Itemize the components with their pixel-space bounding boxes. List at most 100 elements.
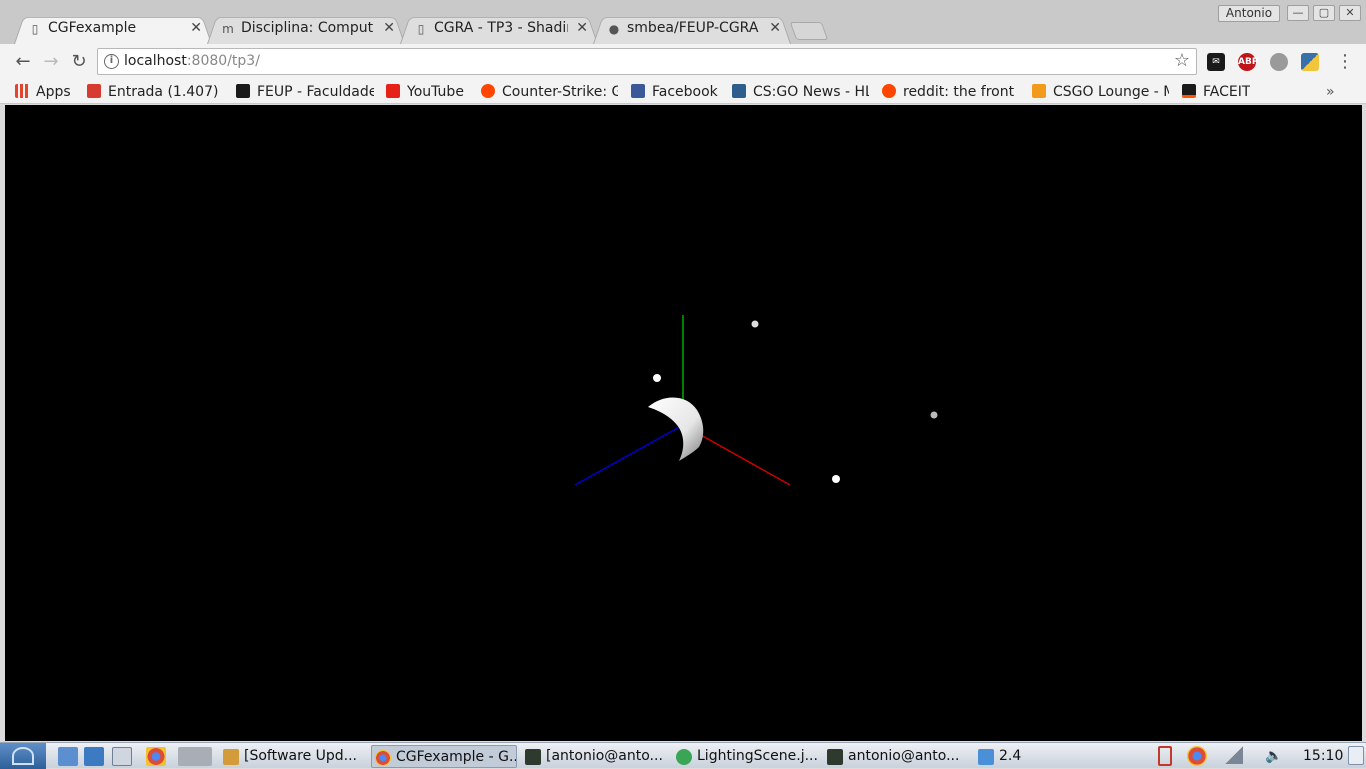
- bookmark-label: CS:GO News - HL: [753, 84, 869, 100]
- terminal-icon: [525, 749, 541, 765]
- reload-button[interactable]: ↻: [68, 51, 90, 73]
- start-logo-icon: [12, 747, 34, 765]
- maximize-button[interactable]: ▢: [1313, 5, 1335, 21]
- volume-icon[interactable]: 🔈: [1265, 746, 1282, 766]
- chrome-menu-icon[interactable]: ⋮: [1336, 52, 1354, 72]
- taskbar-item-terminal-1[interactable]: [antonio@anto...: [522, 745, 668, 768]
- bookmark-feup[interactable]: FEUP - Faculdade: [236, 82, 374, 102]
- moodle-icon: m: [222, 22, 234, 36]
- bookmark-label: FACEIT: [1203, 84, 1251, 100]
- z-axis: [574, 424, 684, 486]
- hltv-icon: [732, 84, 746, 98]
- bookmarks-bar: Apps Entrada (1.407) - FEUP - Faculdade …: [0, 79, 1366, 104]
- bookmark-apps[interactable]: Apps: [15, 82, 71, 102]
- tab-close-icon[interactable]: ✕: [383, 20, 395, 36]
- toolbar: ← → ↻ i localhost:8080/tp3/ ☆ ✉ ABP ⋮: [0, 44, 1366, 79]
- bookmark-hltv[interactable]: CS:GO News - HL: [732, 82, 869, 102]
- tab-disciplina[interactable]: m Disciplina: Comput ✕: [207, 14, 405, 44]
- email-ext-icon[interactable]: ✉: [1207, 53, 1225, 71]
- new-tab-button[interactable]: [789, 22, 829, 40]
- bookmark-label: Apps: [36, 84, 71, 100]
- profile-button[interactable]: Antonio: [1218, 5, 1280, 22]
- editor-icon: [676, 749, 692, 765]
- adblock-icon[interactable]: ABP: [1238, 53, 1258, 71]
- file-manager-launcher-icon[interactable]: [58, 747, 78, 766]
- faceit-icon: [1182, 84, 1196, 98]
- bookmark-label: Counter-Strike: G: [502, 84, 618, 100]
- taskbar-item-software-update[interactable]: [Software Upd...: [220, 745, 366, 768]
- network-signal-icon[interactable]: [1225, 746, 1243, 764]
- url-path: :8080/tp3/: [186, 53, 260, 69]
- taskbar-item-label: 2.4: [999, 748, 1022, 764]
- light-marker: [832, 475, 840, 483]
- page-icon: ▯: [31, 22, 39, 36]
- light-marker: [751, 320, 759, 328]
- scene-svg: [574, 315, 938, 486]
- incognito-ext-icon[interactable]: [1270, 53, 1288, 71]
- tab-title: CGRA - TP3 - Shadin: [434, 20, 568, 36]
- bookmark-reddit[interactable]: reddit: the front: [882, 82, 1018, 102]
- csgolounge-icon: [1032, 84, 1046, 98]
- github-icon: ●: [608, 22, 620, 36]
- apps-grid-icon: [15, 84, 29, 98]
- taskbar-item-label: LightingScene.j...: [697, 748, 818, 764]
- taskbar-item-label: antonio@anto...: [848, 748, 960, 764]
- webgl-canvas[interactable]: [5, 105, 1362, 741]
- url-host: localhost: [124, 53, 187, 69]
- chrome-launcher-icon[interactable]: [146, 747, 166, 766]
- youtube-icon: [386, 84, 400, 98]
- close-window-button[interactable]: ✕: [1339, 5, 1361, 21]
- bookmark-gmail[interactable]: Entrada (1.407) -: [87, 82, 222, 102]
- clock[interactable]: 15:10: [1303, 745, 1343, 767]
- terminal-icon: [827, 749, 843, 765]
- network-launcher-icon[interactable]: [84, 747, 104, 766]
- tab-title: Disciplina: Comput: [241, 20, 374, 36]
- taskbar-item-label: [Software Upd...: [244, 748, 357, 764]
- url-text[interactable]: localhost:8080/tp3/: [124, 53, 260, 69]
- reddit-icon: [481, 84, 495, 98]
- taskbar-item-editor[interactable]: LightingScene.j...: [673, 745, 819, 768]
- forward-button[interactable]: →: [40, 51, 62, 73]
- facebook-icon: [631, 84, 645, 98]
- page-icon: ▯: [417, 22, 425, 36]
- taskbar-item-label: CGFexample - G...: [396, 749, 517, 765]
- browser-window: ▯ CGFexample ✕ m Disciplina: Comput ✕ ▯ …: [0, 0, 1366, 769]
- desktop-pager[interactable]: [178, 747, 212, 766]
- bookmarks-more-button[interactable]: »: [1326, 82, 1335, 102]
- chrome-tray-icon[interactable]: [1187, 746, 1207, 766]
- address-bar[interactable]: i localhost:8080/tp3/ ☆: [97, 48, 1197, 75]
- battery-icon[interactable]: [1158, 746, 1172, 766]
- gmail-icon: [87, 84, 101, 98]
- taskbar-item-chrome[interactable]: CGFexample - G...: [371, 745, 517, 768]
- taskbar-item-terminal-2[interactable]: antonio@anto...: [824, 745, 970, 768]
- start-menu-button[interactable]: [0, 743, 46, 769]
- bookmark-facebook[interactable]: Facebook: [631, 82, 718, 102]
- bookmark-star-icon[interactable]: ☆: [1174, 50, 1190, 71]
- bookmark-label: FEUP - Faculdade: [257, 84, 374, 100]
- bookmark-label: YouTube: [407, 84, 464, 100]
- feup-icon: [236, 84, 250, 98]
- info-icon[interactable]: i: [104, 54, 119, 69]
- light-marker: [653, 374, 661, 382]
- tab-cgra-tp3[interactable]: ▯ CGRA - TP3 - Shadin ✕: [400, 14, 598, 44]
- bookmark-faceit[interactable]: FACEIT: [1182, 82, 1250, 102]
- taskbar-item-folder[interactable]: 2.4: [975, 745, 1121, 768]
- bookmark-youtube[interactable]: YouTube: [386, 82, 464, 102]
- back-button[interactable]: ←: [12, 51, 34, 73]
- tab-cgfexample[interactable]: ▯ CGFexample ✕: [14, 14, 212, 44]
- chrome-icon: [375, 750, 391, 766]
- window-launcher-icon[interactable]: [112, 747, 132, 766]
- tab-strip: ▯ CGFexample ✕ m Disciplina: Comput ✕ ▯ …: [0, 0, 1366, 44]
- python-icon[interactable]: [1301, 53, 1319, 71]
- bookmark-counter-strike[interactable]: Counter-Strike: G: [481, 82, 618, 102]
- tab-close-icon[interactable]: ✕: [769, 20, 781, 36]
- tab-close-icon[interactable]: ✕: [576, 20, 588, 36]
- show-desktop-button[interactable]: [1348, 746, 1364, 765]
- tab-close-icon[interactable]: ✕: [190, 20, 202, 36]
- bookmark-label: Entrada (1.407) -: [108, 84, 222, 100]
- bookmark-label: reddit: the front: [903, 84, 1015, 100]
- bookmark-csgolounge[interactable]: CSGO Lounge - M: [1032, 82, 1169, 102]
- tab-github[interactable]: ● smbea/FEUP-CGRA ✕: [593, 14, 791, 44]
- minimize-button[interactable]: —: [1287, 5, 1309, 21]
- bookmark-label: Facebook: [652, 84, 718, 100]
